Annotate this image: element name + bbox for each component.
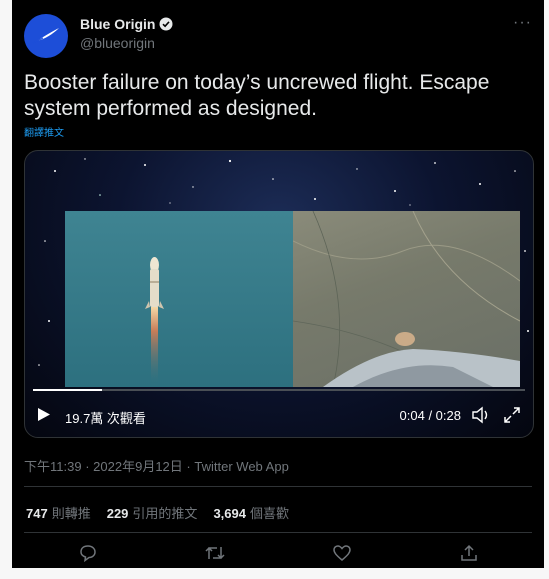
tweet-actions bbox=[24, 540, 532, 566]
like-label: 個喜歡 bbox=[249, 506, 289, 521]
quote-count: 229 bbox=[106, 506, 129, 521]
video-frame-launch bbox=[65, 211, 293, 387]
rocket-icon bbox=[145, 257, 164, 387]
divider bbox=[24, 486, 532, 487]
quote-label: 引用的推文 bbox=[132, 506, 198, 521]
tweet-source-app[interactable]: Twitter Web App bbox=[194, 459, 288, 474]
divider bbox=[24, 532, 532, 533]
name-block: Blue Origin @blueorigin bbox=[80, 16, 173, 51]
share-button[interactable] bbox=[454, 540, 484, 566]
reply-button[interactable] bbox=[73, 540, 103, 566]
avatar[interactable] bbox=[24, 14, 68, 58]
expand-icon bbox=[504, 407, 520, 423]
volume-button[interactable] bbox=[471, 406, 491, 429]
translate-link[interactable]: 翻譯推文 bbox=[24, 124, 64, 139]
video-frame-onboard bbox=[293, 211, 520, 387]
tweet-date[interactable]: 2022年9月12日 bbox=[93, 459, 183, 474]
retweets-stat[interactable]: 747 則轉推 bbox=[26, 503, 91, 522]
video-timecode: 0:04 / 0:28 bbox=[399, 408, 461, 423]
like-count: 3,694 bbox=[213, 506, 246, 521]
retweet-count: 747 bbox=[26, 506, 48, 521]
verified-badge-icon bbox=[159, 17, 173, 31]
tweet-stats: 747 則轉推 229 引用的推文 3,694 個喜歡 bbox=[26, 503, 289, 522]
more-icon[interactable]: ··· bbox=[513, 14, 532, 32]
video-controls: 19.7萬 次觀看 0:04 / 0:28 bbox=[25, 403, 533, 427]
retweet-icon bbox=[204, 546, 225, 560]
play-button[interactable] bbox=[37, 407, 51, 427]
tweet-text: Booster failure on today’s uncrewed flig… bbox=[24, 71, 490, 120]
reply-icon bbox=[79, 545, 96, 563]
heart-icon bbox=[332, 545, 351, 561]
play-icon bbox=[38, 408, 50, 421]
tweet-time[interactable]: 下午11:39 bbox=[24, 459, 82, 474]
fullscreen-button[interactable] bbox=[503, 406, 521, 429]
account-handle[interactable]: @blueorigin bbox=[80, 35, 173, 51]
retweet-button[interactable] bbox=[200, 540, 230, 566]
share-icon bbox=[460, 544, 477, 561]
retweet-label: 則轉推 bbox=[51, 506, 91, 521]
progress-bar[interactable] bbox=[33, 389, 525, 391]
display-name-text: Blue Origin bbox=[80, 16, 156, 32]
likes-stat[interactable]: 3,694 個喜歡 bbox=[213, 503, 289, 522]
feather-logo-icon bbox=[32, 28, 59, 44]
tweet-timestamp: 下午11:39 · 2022年9月12日 · Twitter Web App bbox=[24, 456, 289, 475]
meta-separator: · bbox=[186, 459, 191, 474]
terrain-view bbox=[293, 211, 520, 387]
tweet-card: Blue Origin @blueorigin ··· Booster fail… bbox=[12, 0, 544, 568]
view-count: 19.7萬 次觀看 bbox=[65, 411, 146, 426]
like-button[interactable] bbox=[327, 540, 357, 566]
tweet-header: Blue Origin @blueorigin ··· bbox=[24, 14, 532, 58]
volume-icon bbox=[472, 406, 488, 424]
meta-separator: · bbox=[85, 459, 90, 474]
progress-fill bbox=[33, 389, 102, 391]
display-name[interactable]: Blue Origin bbox=[80, 16, 173, 32]
video-player[interactable]: 19.7萬 次觀看 0:04 / 0:28 bbox=[24, 150, 534, 438]
quotes-stat[interactable]: 229 引用的推文 bbox=[107, 503, 198, 522]
